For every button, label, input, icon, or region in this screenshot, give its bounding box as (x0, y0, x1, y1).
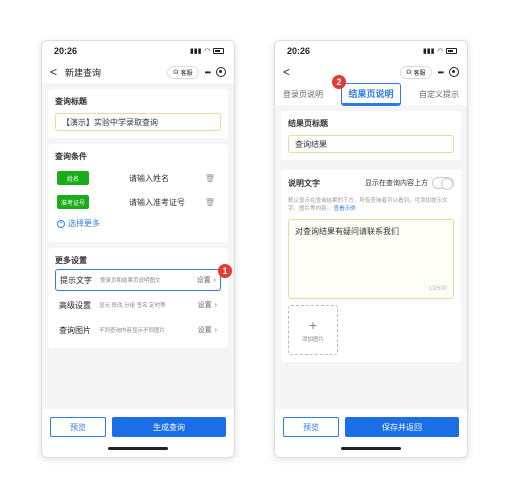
tab-result-desc[interactable]: 结果页说明 (341, 82, 401, 106)
home-indicator (341, 447, 401, 450)
setting-label: 查询图片 (59, 325, 91, 335)
plus-circle-icon: + (57, 219, 65, 228)
select-more-button[interactable]: + 选择更多 (55, 218, 221, 229)
setting-desc: 不同查询内容显示不同图片 (99, 328, 166, 334)
select-more-label: 选择更多 (68, 219, 100, 228)
back-icon[interactable]: < (50, 66, 57, 78)
result-title-input[interactable]: 查询结果 (288, 135, 454, 153)
signal-icon: ▮▮▮ (423, 48, 435, 55)
step-badge-2: 2 (332, 75, 346, 89)
close-miniprogram-icon[interactable] (449, 67, 459, 77)
status-time: 20:26 (54, 46, 78, 56)
query-title-heading: 查询标题 (55, 97, 87, 106)
toggle-label: 显示在查询内容上方 (365, 180, 428, 187)
more-settings-heading: 更多设置 (55, 256, 87, 265)
signal-icon: ▮▮▮ (190, 48, 202, 55)
right-phone-screen: 20:26 ▮▮▮ ◠ < ☊ 客服 ••• 登录页说明 结果页说明 自定义提示… (274, 40, 468, 458)
customer-service-button[interactable]: ☊ 客服 (167, 65, 199, 79)
setting-label: 提示文字 (60, 275, 92, 285)
page-title: 新建查询 (65, 67, 102, 78)
setting-desc: 登录页和结果页说明图文 (100, 278, 161, 284)
condition-row-exam-id: 准考证号 请输入准考证号 🗑 (55, 194, 221, 210)
setting-action-label: 设置 (197, 302, 212, 309)
save-and-return-button[interactable]: 保存并返回 (345, 417, 459, 437)
conditions-heading: 查询条件 (55, 152, 87, 161)
tab-bar: 登录页说明 结果页说明 自定义提示 (275, 82, 467, 106)
result-title-card: 结果页标题 查询结果 (281, 111, 461, 160)
setting-action-label: 设置 (197, 327, 212, 334)
trash-icon[interactable]: 🗑 (205, 198, 215, 207)
view-example-link[interactable]: 查看示例 (334, 206, 356, 212)
status-icons: ▮▮▮ ◠ (190, 47, 224, 55)
setting-action[interactable]: 设置 › (198, 300, 217, 310)
condition-placeholder[interactable]: 请输入姓名 (129, 173, 205, 184)
status-bar: 20:26 ▮▮▮ ◠ (275, 41, 467, 61)
desc-help-text: 默认显示在查询结果的下方，所有查询者可以看到，可添加提示文字、图片等内容。 查看… (288, 197, 454, 213)
generate-query-button[interactable]: 生成查询 (112, 417, 226, 437)
back-icon[interactable]: < (283, 66, 290, 78)
customer-service-label: 客服 (413, 70, 426, 77)
desc-card: 说明文字 显示在查询内容上方 默认显示在查询结果的下方，所有查询者可以看到，可添… (281, 170, 461, 362)
query-conditions-card: 查询条件 姓名 请输入姓名 🗑 准考证号 请输入准考证号 🗑 + 选择更多 (48, 144, 228, 242)
desc-text: 对查询结果有疑问请联系我们 (295, 227, 399, 236)
char-count: 13/600 (428, 286, 447, 292)
condition-tag: 姓名 (57, 171, 89, 185)
help-text: 默认显示在查询结果的下方，所有查询者可以看到，可添加提示文字、图片等内容。 (288, 198, 448, 212)
setting-row-advanced[interactable]: 高级设置 显示 修改 分组 签名 定时等 设置 › (55, 294, 221, 316)
step-badge-1: 1 (218, 264, 232, 278)
setting-row-images[interactable]: 查询图片 不同查询内容显示不同图片 设置 › (55, 319, 221, 341)
battery-icon (213, 48, 224, 54)
status-icons: ▮▮▮ ◠ (423, 47, 457, 55)
bottom-bar: 预览 保存并返回 (275, 409, 467, 457)
headset-icon: ☊ (173, 69, 179, 76)
nav-bar: < ☊ 客服 ••• (275, 61, 467, 83)
add-image-label: 添加图片 (301, 336, 324, 343)
battery-icon (446, 48, 457, 54)
bottom-bar: 预览 生成查询 (42, 409, 234, 457)
query-title-card: 查询标题 【演示】实验中学录取查询 (48, 89, 228, 138)
wifi-icon: ◠ (437, 48, 443, 55)
show-above-toggle[interactable] (432, 177, 454, 190)
condition-placeholder[interactable]: 请输入准考证号 (129, 197, 205, 208)
plus-icon: + (308, 316, 318, 333)
tab-login-desc[interactable]: 登录页说明 (283, 89, 323, 100)
query-title-input[interactable]: 【演示】实验中学录取查询 (55, 113, 221, 131)
status-bar: 20:26 ▮▮▮ ◠ (42, 41, 234, 61)
home-indicator (108, 447, 168, 450)
more-icon[interactable]: ••• (438, 68, 444, 77)
preview-button[interactable]: 预览 (283, 417, 339, 437)
customer-service-label: 客服 (180, 70, 193, 77)
setting-action-label: 设置 (196, 277, 211, 284)
add-image-button[interactable]: + 添加图片 (288, 305, 338, 355)
nav-bar: < 新建查询 ☊ 客服 ••• (42, 61, 234, 83)
setting-label: 高级设置 (59, 300, 91, 310)
setting-action[interactable]: 设置 › (198, 325, 217, 335)
chevron-right-icon: › (213, 276, 216, 284)
setting-action[interactable]: 设置 › (197, 275, 216, 285)
desc-heading: 说明文字 (288, 178, 320, 188)
setting-desc: 显示 修改 分组 签名 定时等 (99, 303, 166, 309)
left-phone-screen: 20:26 ▮▮▮ ◠ < 新建查询 ☊ 客服 ••• 查询标题 【演示】实验中… (41, 40, 235, 458)
wifi-icon: ◠ (204, 48, 210, 55)
setting-row-prompt-text[interactable]: 提示文字 登录页和结果页说明图文 设置 › (55, 269, 221, 291)
customer-service-button[interactable]: ☊ 客服 (400, 65, 432, 79)
status-time: 20:26 (287, 46, 311, 56)
more-settings-card: 更多设置 提示文字 登录页和结果页说明图文 设置 › 高级设置 显示 修改 分组… (48, 248, 228, 348)
chevron-right-icon: › (214, 301, 217, 309)
chevron-right-icon: › (214, 326, 217, 334)
trash-icon[interactable]: 🗑 (205, 174, 215, 183)
headset-icon: ☊ (406, 69, 412, 76)
preview-button[interactable]: 预览 (50, 417, 106, 437)
result-title-heading: 结果页标题 (288, 119, 328, 128)
more-icon[interactable]: ••• (205, 68, 211, 77)
desc-textarea[interactable]: 对查询结果有疑问请联系我们 13/600 (288, 219, 454, 299)
condition-row-name: 姓名 请输入姓名 🗑 (55, 170, 221, 186)
show-above-toggle-group: 显示在查询内容上方 (365, 177, 454, 190)
condition-tag: 准考证号 (57, 195, 89, 209)
close-miniprogram-icon[interactable] (216, 67, 226, 77)
tab-custom-prompt[interactable]: 自定义提示 (419, 89, 459, 100)
